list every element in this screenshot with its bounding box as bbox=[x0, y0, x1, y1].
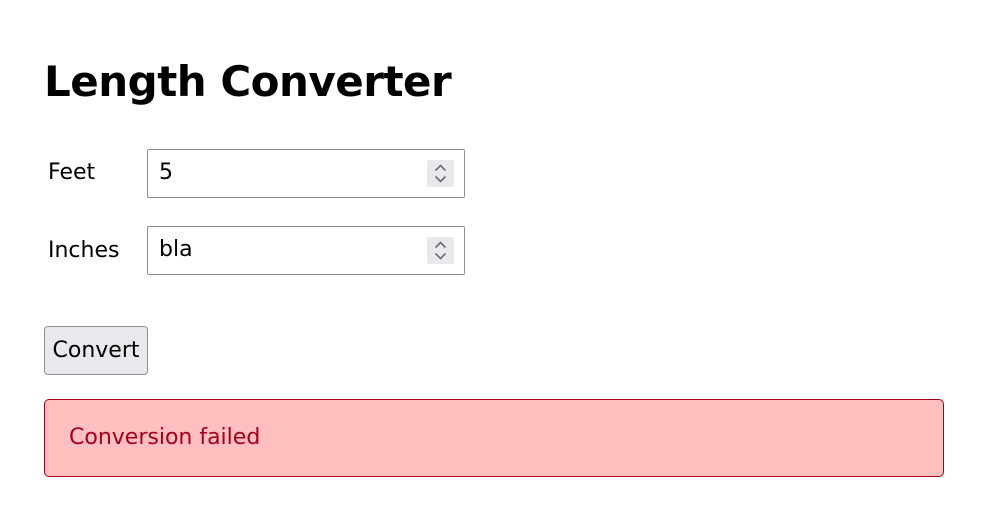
error-message: Conversion failed bbox=[69, 425, 261, 450]
up-down-chevron-icon bbox=[434, 241, 447, 260]
inches-input[interactable]: bla bbox=[147, 226, 465, 275]
length-converter-page: Length Converter Feet 5 Inches bla Conve… bbox=[0, 0, 987, 523]
up-down-chevron-icon bbox=[434, 164, 447, 183]
feet-label: Feet bbox=[48, 160, 96, 185]
feet-input[interactable]: 5 bbox=[147, 149, 465, 198]
inches-spinner[interactable] bbox=[427, 237, 454, 264]
error-alert: Conversion failed bbox=[44, 399, 944, 477]
inches-label: Inches bbox=[48, 238, 120, 263]
feet-input-value: 5 bbox=[159, 160, 173, 185]
convert-button[interactable]: Convert bbox=[44, 326, 148, 375]
page-title: Length Converter bbox=[44, 57, 452, 106]
inches-input-value: bla bbox=[159, 237, 193, 262]
feet-spinner[interactable] bbox=[427, 160, 454, 187]
